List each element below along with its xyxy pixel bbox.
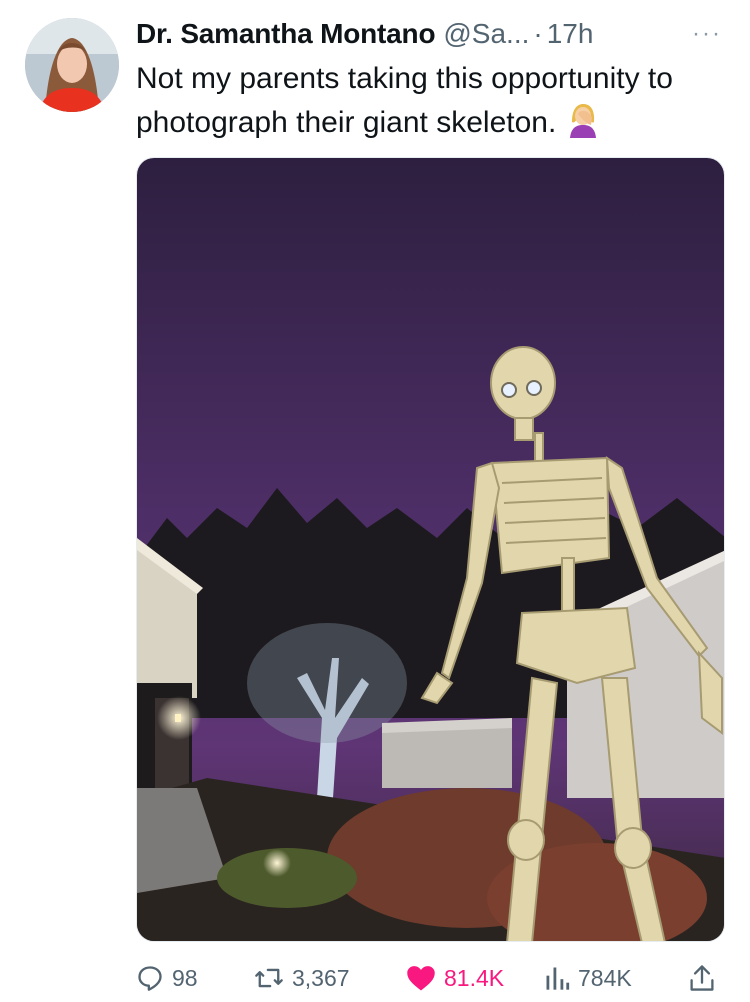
tweet-text-block: Not my parents taking this opportunity t… — [136, 58, 736, 150]
share-icon — [690, 965, 714, 991]
reply-count: 98 — [172, 964, 198, 991]
timestamp[interactable]: 17h — [547, 18, 594, 50]
tweet-header: Dr. Samantha Montano @Sa... · 17h ··· — [136, 14, 726, 54]
more-options-icon[interactable]: ··· — [692, 20, 722, 48]
retweet-count: 3,367 — [292, 964, 350, 991]
heart-icon — [407, 966, 435, 991]
retweet-button[interactable]: 3,367 — [254, 958, 350, 998]
woman-facepalming-icon — [564, 100, 602, 150]
reply-button[interactable]: 98 — [136, 958, 198, 998]
user-handle[interactable]: @Sa... — [443, 18, 529, 50]
separator-dot: · — [533, 18, 543, 49]
giant-skeleton-photo — [137, 158, 724, 941]
avatar-image — [25, 18, 119, 112]
reply-icon — [138, 966, 162, 991]
retweet-icon — [255, 968, 283, 988]
like-button[interactable]: 81.4K — [406, 958, 504, 998]
views-chart-icon — [546, 967, 570, 990]
like-count: 81.4K — [444, 964, 505, 991]
tweet-action-bar: 98 3,367 81.4K 784K — [136, 958, 726, 998]
views-count: 784K — [578, 964, 632, 991]
display-name[interactable]: Dr. Samantha Montano — [136, 18, 436, 50]
tweet-media[interactable] — [136, 157, 725, 942]
views-button[interactable]: 784K — [544, 958, 632, 998]
share-button[interactable] — [688, 958, 724, 998]
avatar[interactable] — [25, 18, 119, 112]
